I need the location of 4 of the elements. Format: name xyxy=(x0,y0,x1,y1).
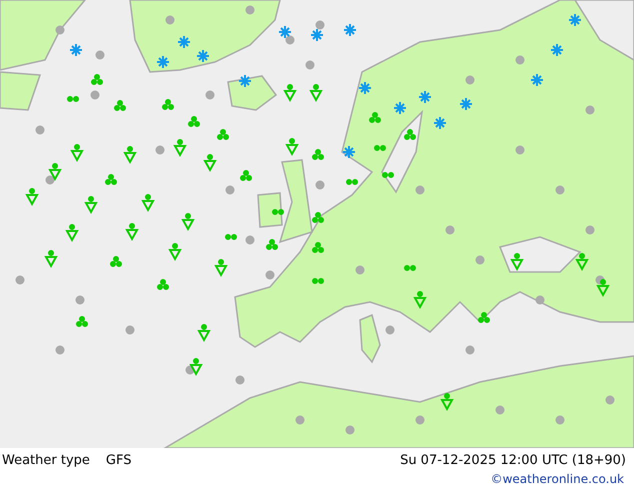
model-name: GFS xyxy=(106,452,132,468)
credit-link[interactable]: ©weatheronline.co.uk xyxy=(490,472,624,486)
valid-time: Su 07-12-2025 12:00 UTC (18+90) xyxy=(400,452,626,468)
map-title: Weather type xyxy=(2,452,90,468)
